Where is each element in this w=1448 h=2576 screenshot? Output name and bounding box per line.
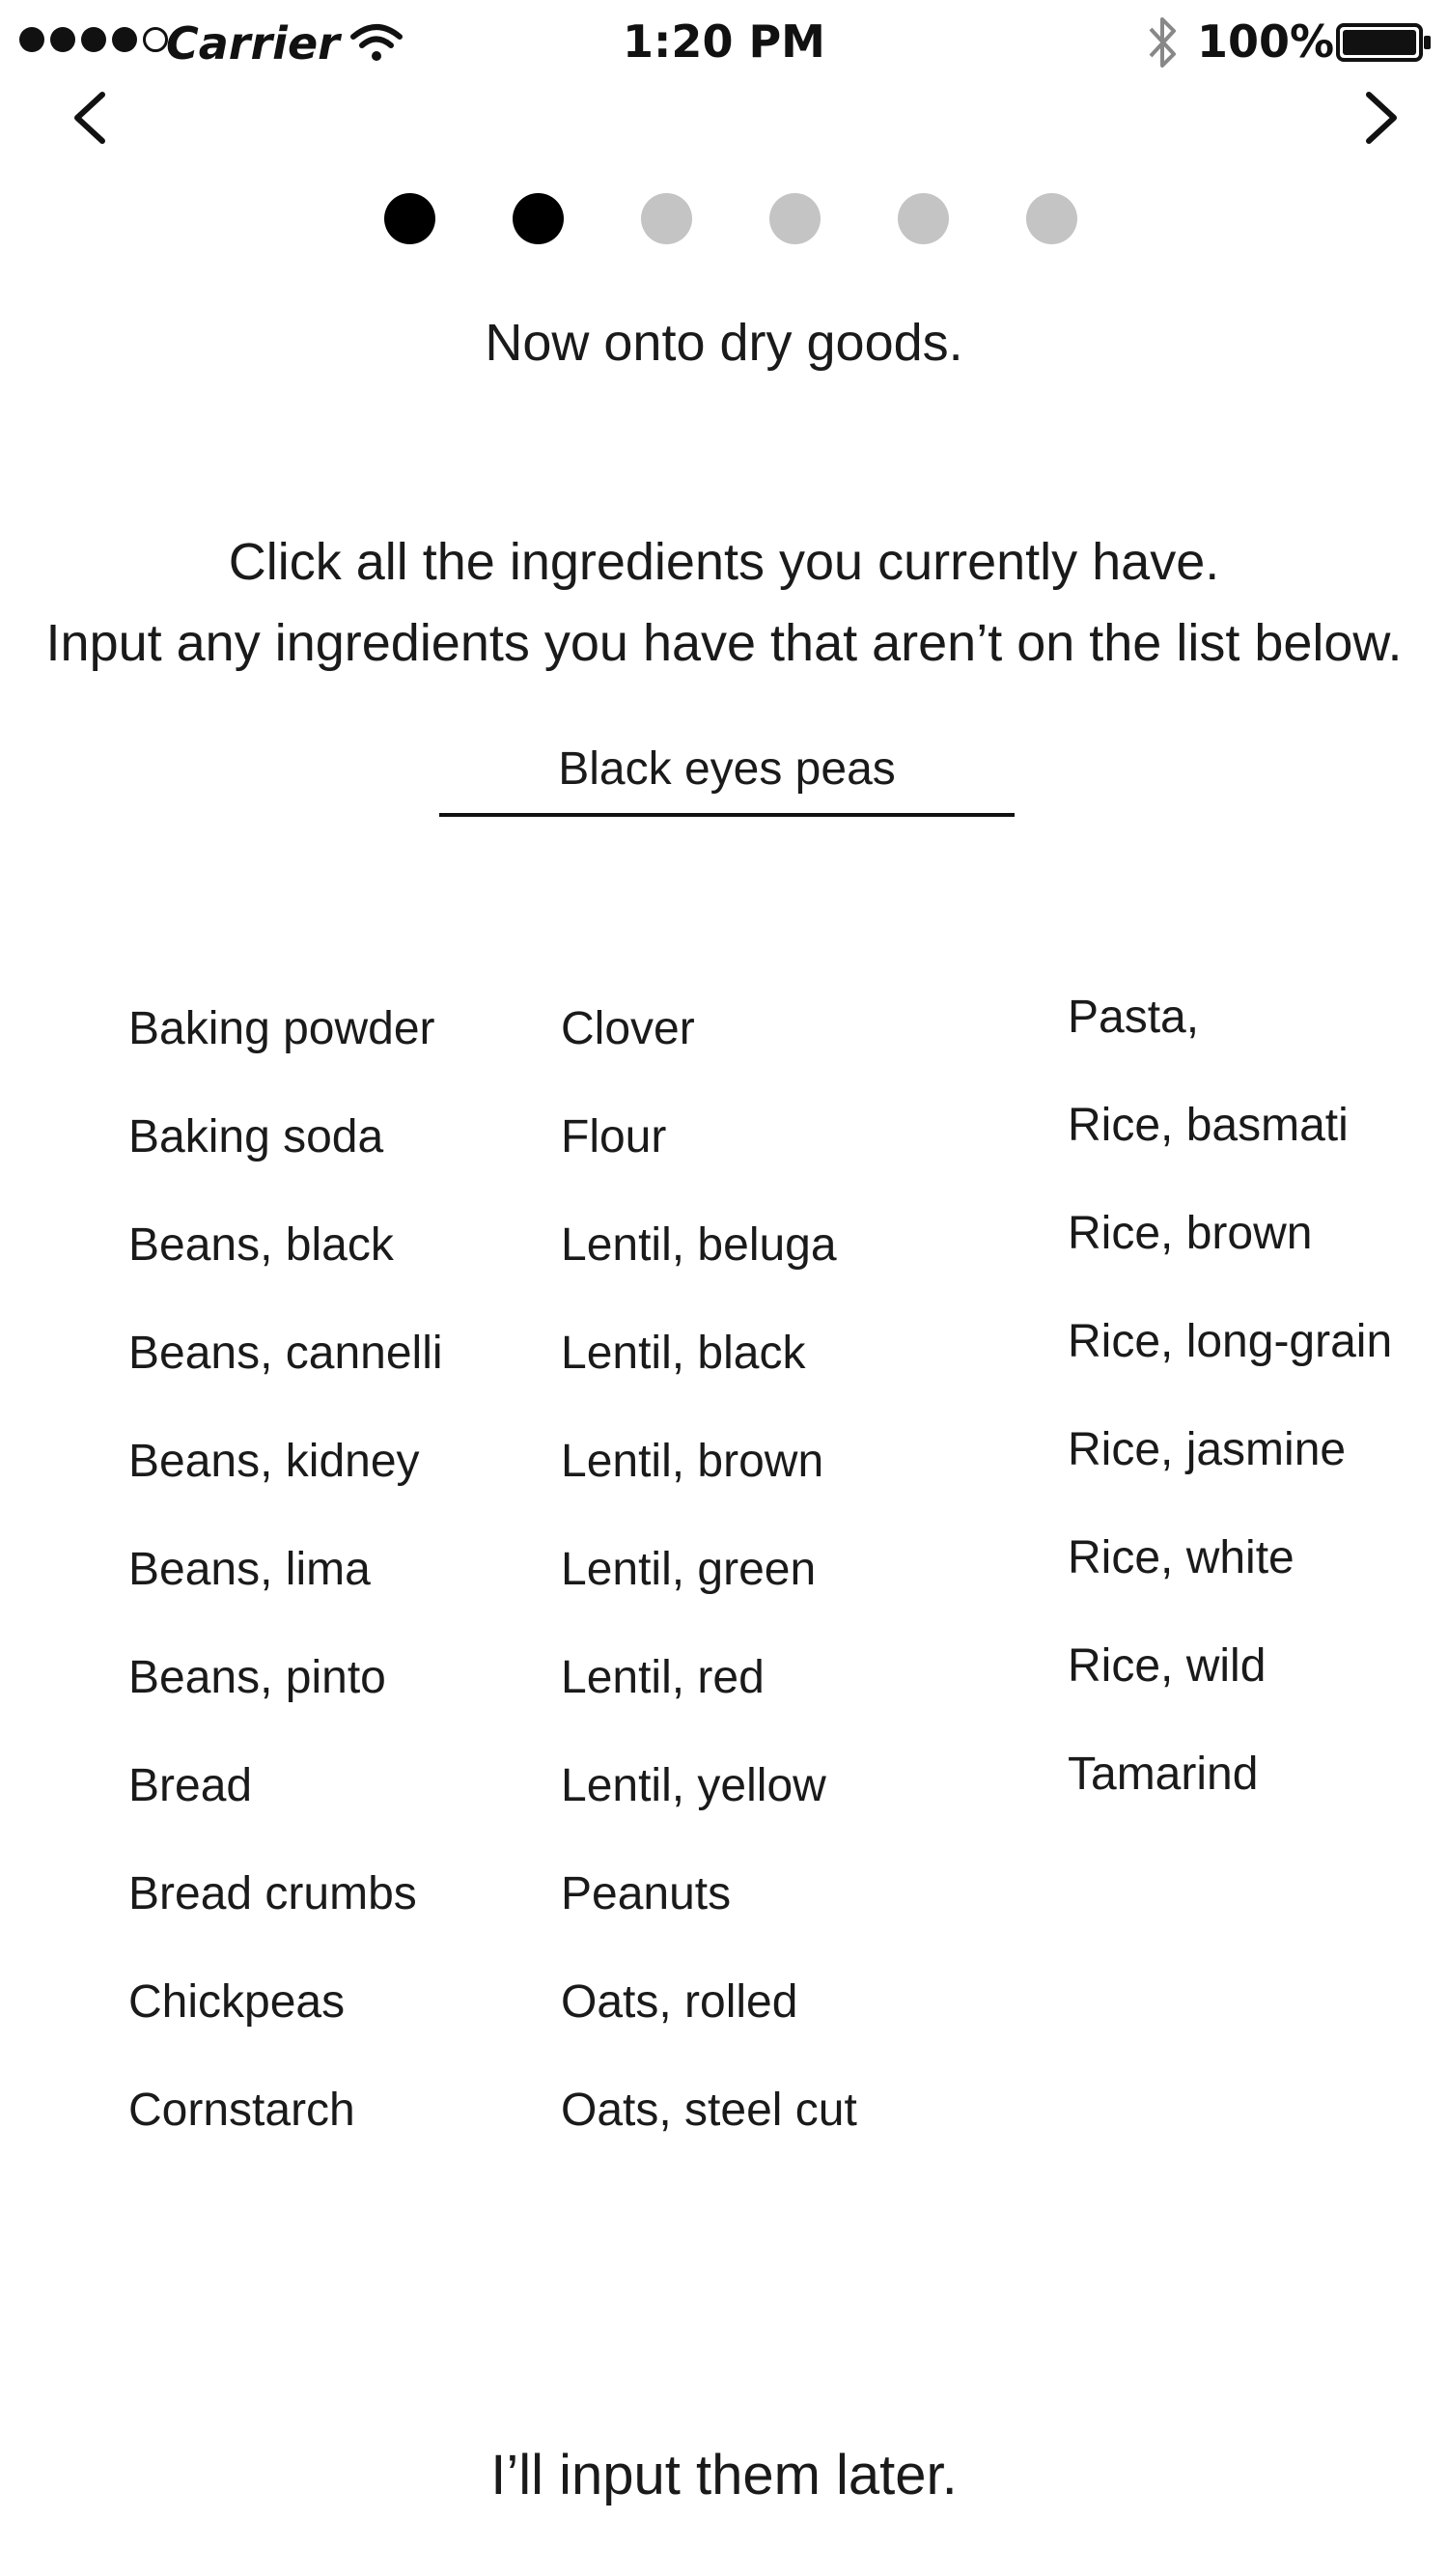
ingredient-item[interactable]: Lentil, red	[561, 1624, 857, 1732]
ingredient-item[interactable]: Lentil, brown	[561, 1408, 857, 1516]
input-later-link[interactable]: I’ll input them later.	[0, 2443, 1448, 2507]
ingredient-item[interactable]: Beans, pinto	[128, 1624, 443, 1732]
ingredient-item[interactable]: Flour	[561, 1083, 857, 1191]
ingredient-column-1: Baking powder Baking soda Beans, black Bean…	[128, 975, 443, 2165]
ingredient-item[interactable]: Chickpeas	[128, 1948, 443, 2057]
ingredient-item[interactable]: Baking powder	[128, 975, 443, 1083]
ingredient-item[interactable]: Pasta,	[1068, 964, 1392, 1072]
ingredient-item[interactable]: Oats, rolled	[561, 1948, 857, 2057]
ingredient-item[interactable]: Beans, lima	[128, 1516, 443, 1624]
ingredient-item[interactable]: Rice, jasmine	[1068, 1396, 1392, 1504]
page-indicator	[384, 193, 1077, 244]
page-dot	[898, 193, 949, 244]
ingredient-item[interactable]: Clover	[561, 975, 857, 1083]
instructions-line-2: Input any ingredients you have that aren…	[45, 614, 1403, 672]
page-dot	[1026, 193, 1077, 244]
instructions: Click all the ingredients you currently …	[0, 521, 1448, 684]
ingredient-item[interactable]: Beans, black	[128, 1191, 443, 1300]
ingredient-item[interactable]: Rice, brown	[1068, 1180, 1392, 1288]
ingredient-column-3: Pasta, Rice, basmati Rice, brown Rice, long…	[1068, 964, 1392, 1829]
chevron-left-icon[interactable]	[64, 87, 122, 149]
page-dot	[513, 193, 564, 244]
ingredient-item[interactable]: Lentil, green	[561, 1516, 857, 1624]
page-dot	[384, 193, 435, 244]
ingredient-input[interactable]	[439, 724, 1015, 817]
ingredient-item[interactable]: Beans, cannelli	[128, 1300, 443, 1408]
ingredient-item[interactable]: Lentil, beluga	[561, 1191, 857, 1300]
ingredient-item[interactable]: Baking soda	[128, 1083, 443, 1191]
ingredient-item[interactable]: Cornstarch	[128, 2057, 443, 2165]
ingredient-item[interactable]: Oats, steel cut	[561, 2057, 857, 2165]
bluetooth-icon	[1149, 17, 1176, 68]
chevron-right-icon[interactable]	[1350, 87, 1407, 149]
page-dot	[769, 193, 821, 244]
page-dot	[641, 193, 692, 244]
ingredient-item[interactable]: Bread crumbs	[128, 1840, 443, 1948]
ingredient-item[interactable]: Rice, white	[1068, 1504, 1392, 1612]
ingredient-column-2: Clover Flour Lentil, beluga Lentil, black Le…	[561, 975, 857, 2165]
ingredient-item[interactable]: Beans, kidney	[128, 1408, 443, 1516]
ingredient-item[interactable]: Rice, wild	[1068, 1612, 1392, 1721]
ingredient-item[interactable]: Bread	[128, 1732, 443, 1840]
battery-icon	[1336, 23, 1431, 62]
ingredient-item[interactable]: Rice, basmati	[1068, 1072, 1392, 1180]
ingredient-item[interactable]: Lentil, yellow	[561, 1732, 857, 1840]
battery-percent: 100%	[1197, 15, 1335, 68]
status-bar: Carrier 1:20 PM 100%	[0, 0, 1448, 87]
ingredient-item[interactable]: Lentil, black	[561, 1300, 857, 1408]
instructions-line-1: Click all the ingredients you currently …	[228, 533, 1220, 591]
ingredient-item[interactable]: Peanuts	[561, 1840, 857, 1948]
page-title: Now onto dry goods.	[485, 314, 963, 372]
ingredient-item[interactable]: Rice, long-grain	[1068, 1288, 1392, 1396]
ingredient-item[interactable]: Tamarind	[1068, 1721, 1392, 1829]
